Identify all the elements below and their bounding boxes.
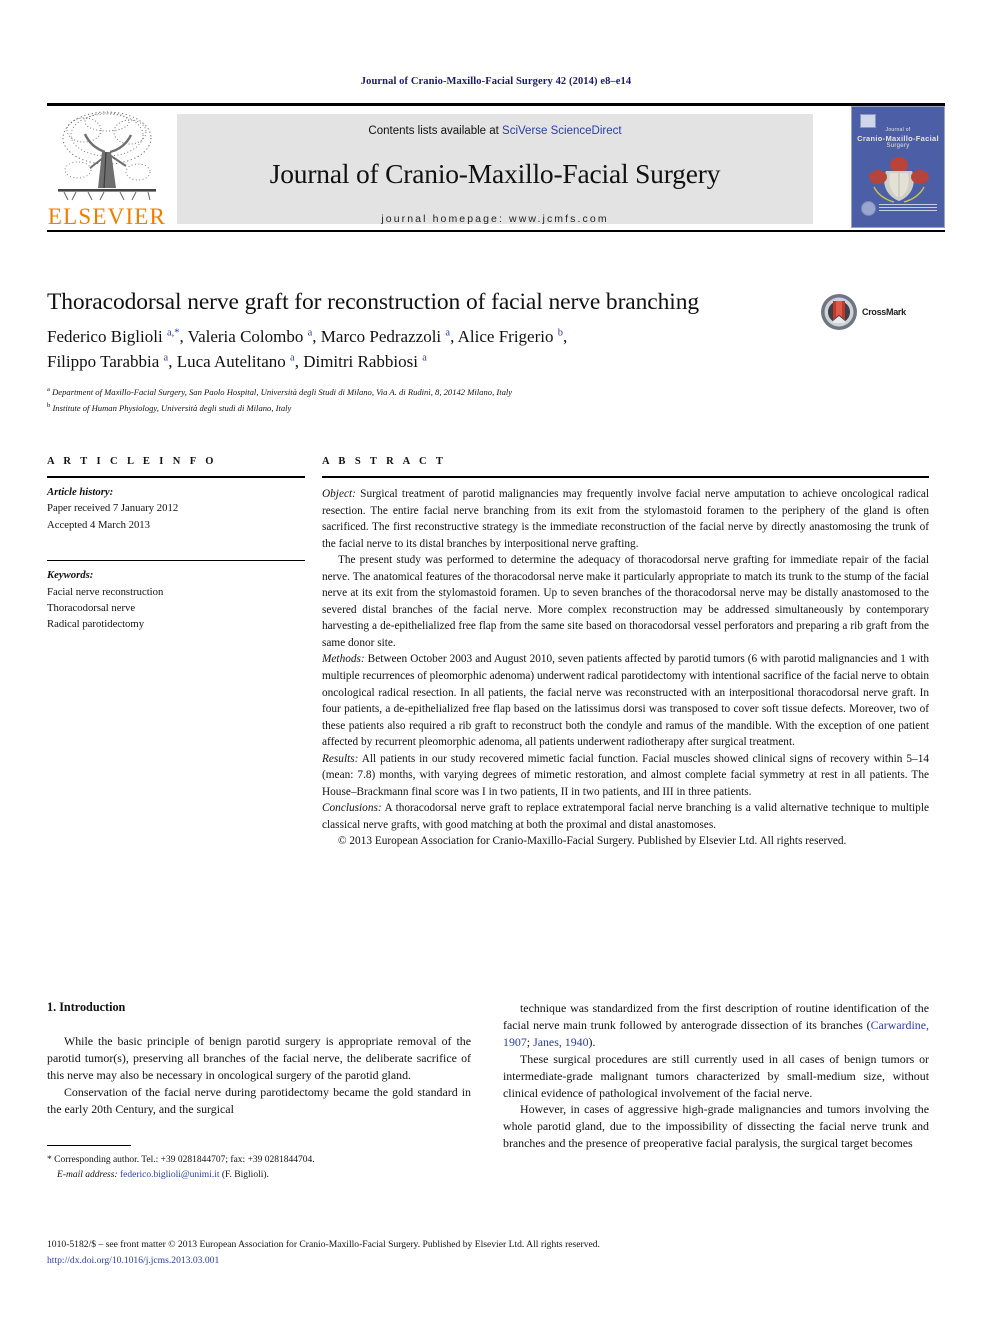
- abstract-paragraph: Results: All patients in our study recov…: [322, 752, 929, 798]
- author-list: Federico Biglioli a,*, Valeria Colombo a…: [47, 325, 827, 374]
- journal-homepage-line[interactable]: journal homepage: www.jcmfs.com: [381, 213, 608, 225]
- article-history: Article history: Paper received 7 Januar…: [47, 478, 305, 533]
- journal-cover-thumbnail: Journal of Cranio-Maxillo-Facial Surgery: [837, 106, 945, 230]
- abstract-paragraph-label: Conclusions:: [322, 802, 382, 815]
- keyword-item: Thoracodorsal nerve: [47, 601, 136, 614]
- cover-association-logo-icon: [861, 201, 876, 216]
- abstract-paragraph-container: Object: Surgical treatment of parotid ma…: [322, 486, 929, 833]
- doi-link[interactable]: http://dx.doi.org/10.1016/j.jcms.2013.03…: [47, 1253, 945, 1269]
- abstract-paragraph: Conclusions: A thoracodorsal nerve graft…: [322, 802, 929, 831]
- section-heading-introduction: 1. Introduction: [47, 1000, 126, 1014]
- article-info-heading: A R T I C L E I N F O: [47, 456, 217, 467]
- intro-right-text: technique was standardized from the firs…: [503, 1000, 929, 1152]
- contents-lists-line: Contents lists available at SciVerse Sci…: [368, 125, 621, 137]
- masthead-bottom-rule: [47, 230, 945, 232]
- email-address-label: E-mail address:: [57, 1169, 118, 1180]
- article-info-gap: [47, 533, 305, 560]
- article-history-accepted: Accepted 4 March 2013: [47, 518, 150, 531]
- cover-title-line1: Journal of: [885, 127, 911, 133]
- affiliation-b: b Institute of Human Physiology, Univers…: [47, 401, 292, 413]
- paragraph: While the basic principle of benign paro…: [47, 1034, 471, 1082]
- cover-society-badge-icon: [860, 114, 876, 128]
- corresponding-author-footnote: * Corresponding author. Tel.: +39 028184…: [47, 1146, 471, 1183]
- issn-copyright-line: 1010-5182/$ – see front matter © 2013 Eu…: [47, 1239, 600, 1250]
- affiliations: a Department of Maxillo-Facial Surgery, …: [47, 384, 847, 415]
- cover-title-line3: Surgery: [886, 143, 910, 149]
- cover-title-line2: Cranio-Maxillo-Facial: [857, 134, 939, 143]
- abstract-paragraph: The present study was performed to deter…: [322, 554, 929, 649]
- keywords-block: Keywords: Facial nerve reconstruction Th…: [47, 561, 305, 632]
- body-column-left: 1. Introduction While the basic principl…: [47, 1000, 471, 1183]
- abstract-paragraph-label: Object:: [322, 488, 356, 500]
- page-footer: 1010-5182/$ – see front matter © 2013 Eu…: [47, 1237, 945, 1269]
- cover-footer-lines: [879, 204, 937, 213]
- affiliation-a: a Department of Maxillo-Facial Surgery, …: [47, 386, 513, 397]
- journal-cover-image: Journal of Cranio-Maxillo-Facial Surgery: [851, 106, 945, 228]
- abstract-paragraph: Methods: Between October 2003 and August…: [322, 653, 929, 749]
- abstract-body: Object: Surgical treatment of parotid ma…: [322, 478, 929, 850]
- author-line-1: Federico Biglioli a,*, Valeria Colombo a…: [47, 327, 568, 346]
- email-owner: (F. Biglioli).: [219, 1169, 269, 1180]
- cover-skull-illustration: [869, 157, 929, 203]
- keyword-item: Radical parotidectomy: [47, 618, 145, 631]
- journal-title: Journal of Cranio-Maxillo-Facial Surgery: [269, 158, 721, 189]
- abstract-copyright: © 2013 European Association for Cranio-M…: [338, 835, 847, 848]
- elsevier-logo: ELSEVIER: [47, 106, 167, 230]
- keywords-label: Keywords:: [47, 569, 94, 582]
- elsevier-tree-icon: [58, 111, 156, 201]
- masthead: ELSEVIER Contents lists available at Sci…: [47, 106, 945, 230]
- sciencedirect-link[interactable]: SciVerse ScienceDirect: [502, 125, 622, 137]
- keyword-item: Facial nerve reconstruction: [47, 585, 164, 598]
- paragraph: However, in cases of aggressive high-gra…: [503, 1102, 929, 1151]
- footnote-email-line: E-mail address: federico.biglioli@unimi.…: [47, 1168, 471, 1183]
- running-head: Journal of Cranio-Maxillo-Facial Surgery…: [360, 76, 632, 87]
- article-history-received: Paper received 7 January 2012: [47, 502, 179, 515]
- journal-banner: Contents lists available at SciVerse Sci…: [177, 114, 813, 225]
- intro-left-text: While the basic principle of benign paro…: [47, 1033, 471, 1118]
- cover-footer: [861, 200, 937, 217]
- paragraph: Conservation of the facial nerve during …: [47, 1084, 471, 1116]
- article-info-column: A R T I C L E I N F O Article history: P…: [47, 456, 305, 632]
- abstract-heading: A B S T R A C T: [322, 456, 447, 467]
- page-title: Thoracodorsal nerve graft for reconstruc…: [47, 289, 699, 315]
- crossmark-badge[interactable]: CrossMark: [820, 292, 928, 332]
- paragraph: technique was standardized from the firs…: [503, 1001, 929, 1049]
- abstract-paragraph-label: Methods:: [322, 653, 365, 666]
- paragraph: These surgical procedures are still curr…: [503, 1051, 929, 1100]
- journal-article-page: Journal of Cranio-Maxillo-Facial Surgery…: [0, 0, 992, 1323]
- abstract-column: A B S T R A C T Object: Surgical treatme…: [322, 456, 929, 850]
- email-link[interactable]: federico.biglioli@unimi.it: [120, 1170, 220, 1180]
- contents-lists-text: Contents lists available at: [368, 125, 503, 137]
- abstract-paragraph-label: Results:: [322, 752, 359, 765]
- elsevier-wordmark: ELSEVIER: [47, 204, 167, 229]
- abstract-paragraph: Object: Surgical treatment of parotid ma…: [322, 488, 929, 550]
- body-column-right: technique was standardized from the firs…: [503, 1000, 929, 1152]
- footnote-contact-line: * Corresponding author. Tel.: +39 028184…: [47, 1154, 315, 1165]
- article-history-label: Article history:: [47, 486, 114, 498]
- crossmark-label: CrossMark: [862, 307, 906, 317]
- author-line-2: Filippo Tarabbia a, Luca Autelitano a, D…: [47, 351, 427, 371]
